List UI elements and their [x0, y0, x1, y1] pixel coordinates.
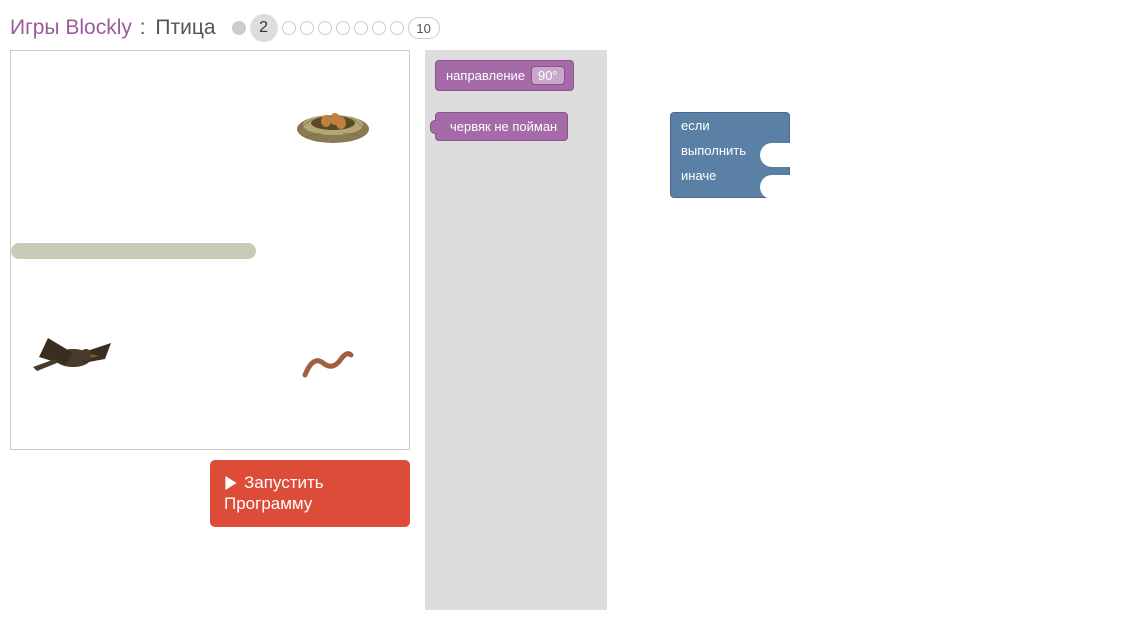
block-do-row: выполнить — [671, 138, 789, 163]
nest-icon — [293, 99, 373, 144]
block-if-label: если — [681, 118, 710, 133]
block-heading-value[interactable]: 90° — [531, 66, 565, 85]
block-do-label: выполнить — [681, 143, 746, 158]
level-dot-3[interactable] — [282, 21, 296, 35]
left-column: Запустить Программу — [10, 50, 410, 610]
title-separator: : — [140, 16, 146, 39]
main-area: Запустить Программу направление 90° черв… — [0, 50, 1140, 620]
block-heading-label: направление — [446, 68, 525, 83]
block-no-worm[interactable]: червяк не пойман — [435, 112, 568, 141]
level-selector: 2 10 — [230, 14, 442, 42]
run-button-line2: Программу — [224, 494, 312, 513]
blockly-workspace[interactable]: направление 90° червяк не пойман если вы… — [425, 50, 1130, 610]
level-dot-5[interactable] — [318, 21, 332, 35]
header: Игры Blockly : Птица 2 10 — [0, 0, 1140, 50]
block-else-label: иначе — [681, 168, 716, 183]
worm-icon — [301, 349, 355, 381]
level-dot-6[interactable] — [336, 21, 350, 35]
level-dot-2[interactable]: 2 — [250, 14, 278, 42]
level-dot-10[interactable]: 10 — [408, 17, 440, 39]
site-link[interactable]: Игры Blockly — [10, 16, 132, 39]
play-icon — [224, 476, 238, 490]
block-if-else[interactable]: если выполнить иначе — [670, 112, 790, 198]
wall — [11, 243, 256, 259]
page-title: Игры Blockly : Птица — [10, 16, 216, 40]
level-dot-1[interactable] — [232, 21, 246, 35]
level-dot-8[interactable] — [372, 21, 386, 35]
game-name: Птица — [155, 16, 215, 39]
level-dot-7[interactable] — [354, 21, 368, 35]
bird-icon — [33, 323, 118, 383]
run-button[interactable]: Запустить Программу — [210, 460, 410, 527]
level-dot-9[interactable] — [390, 21, 404, 35]
block-heading[interactable]: направление 90° — [435, 60, 574, 91]
level-dot-4[interactable] — [300, 21, 314, 35]
run-button-line1: Запустить — [244, 473, 324, 492]
game-stage — [10, 50, 410, 450]
block-no-worm-label: червяк не пойман — [450, 119, 557, 134]
block-if-row: если — [671, 113, 789, 138]
